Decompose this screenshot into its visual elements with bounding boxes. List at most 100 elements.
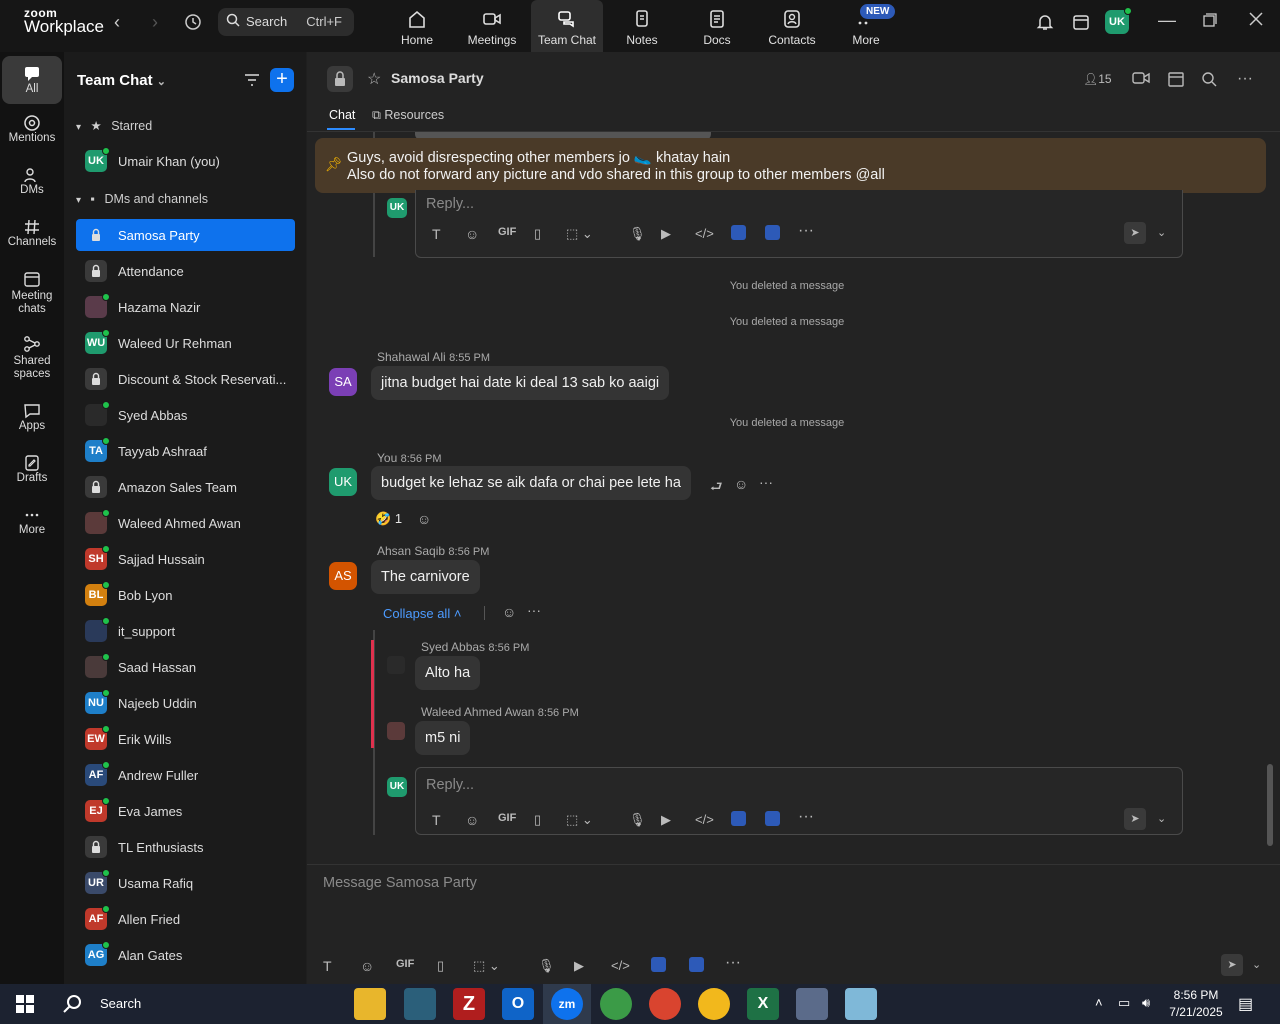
forward-arrow-icon[interactable]: › [152,12,158,33]
filter-icon[interactable] [243,72,261,93]
chevron-down-icon[interactable]: ⌄ [1157,226,1166,239]
sidebar-item[interactable]: Waleed Ahmed Awan [76,507,295,539]
more-icon[interactable]: ··· [798,808,814,826]
search-icon[interactable] [62,994,82,1019]
rail-drafts[interactable]: Drafts [2,454,62,484]
bell-icon[interactable] [1035,12,1055,37]
app-icon[interactable] [731,811,746,826]
chevron-up-icon[interactable]: ˄ [1095,995,1103,1010]
app-icon[interactable] [689,957,704,972]
app-icon[interactable] [765,225,780,240]
app-icon[interactable] [845,988,877,1020]
search-box[interactable]: Search Ctrl+F [218,8,354,36]
sidebar-item[interactable]: Saad Hassan [76,651,295,683]
app-icon[interactable] [404,988,436,1020]
microphone-icon[interactable]: 🎙︎ [629,226,646,242]
dms-section[interactable]: ▾ ▪ DMs and channels [76,192,208,206]
screenshot-icon[interactable]: ⬚ ⌄ [566,226,593,242]
clock[interactable]: 8:56 PM 7/21/2025 [1168,987,1224,1021]
history-icon[interactable] [184,13,202,36]
notification-icon[interactable]: ▤ [1238,994,1253,1014]
calculator-icon[interactable] [796,988,828,1020]
more-icon[interactable]: ··· [798,222,814,240]
sidebar-item[interactable]: it_support [76,615,295,647]
rail-shared-spaces[interactable]: Shared spaces [2,335,62,381]
chevron-down-icon[interactable]: ⌄ [1157,812,1166,825]
chrome-icon[interactable] [600,988,632,1020]
back-arrow-icon[interactable]: ‹ [114,12,120,33]
sidebar-item[interactable]: AF Allen Fried [76,903,295,935]
sidebar-item[interactable]: TL Enthusiasts [76,831,295,863]
app-icon[interactable] [731,225,746,240]
avatar[interactable] [387,722,405,740]
message-bubble[interactable]: The carnivore [371,560,480,594]
zoom-icon[interactable]: zm [551,988,583,1020]
microphone-icon[interactable]: 🎙︎ [629,812,646,828]
sidebar-item[interactable]: EW Erik Wills [76,723,295,755]
sidebar-item[interactable]: Samosa Party [76,219,295,251]
calendar-icon[interactable] [1167,70,1185,93]
sidebar-item[interactable]: Attendance [76,255,295,287]
nav-contacts[interactable]: Contacts [756,0,828,52]
sidebar-item[interactable]: NU Najeeb Uddin [76,687,295,719]
minimize-icon[interactable]: — [1158,10,1176,31]
nav-notes[interactable]: Notes [606,0,678,52]
reaction-chip[interactable]: 🤣 1 [375,511,402,527]
emoji-icon[interactable]: ☺ [465,812,479,828]
file-icon[interactable]: ▯ [534,226,541,242]
sidebar-item[interactable]: Syed Abbas [76,399,295,431]
code-icon[interactable]: </> [695,226,714,241]
video-message-icon[interactable]: ▶ [661,226,671,242]
outlook-icon[interactable]: O [502,988,534,1020]
message-bubble[interactable]: Alto ha [415,656,481,690]
gif-icon[interactable]: GIF [498,226,516,238]
nav-team-chat[interactable]: Team Chat [531,0,603,52]
excel-icon[interactable]: X [747,988,779,1020]
send-icon[interactable]: ➤ [1124,808,1146,830]
sidebar-item[interactable]: UR Usama Rafiq [76,867,295,899]
avatar[interactable]: UK [329,468,357,496]
calendar-app-icon[interactable] [1071,12,1091,37]
avatar[interactable]: SA [329,368,357,396]
text-format-icon[interactable]: T [432,812,441,828]
nav-home[interactable]: Home [381,0,453,52]
sidebar-item[interactable]: Amazon Sales Team [76,471,295,503]
nav-meetings[interactable]: Meetings [456,0,528,52]
message-bubble[interactable]: m5 ni [415,721,471,755]
gif-icon[interactable]: GIF [498,812,516,824]
more-icon[interactable]: ··· [725,954,741,972]
avatar[interactable] [387,656,405,674]
member-count[interactable]: 👤︎15 [1083,72,1112,86]
filezilla-icon[interactable]: Z [453,988,485,1020]
rail-channels[interactable]: Channels [2,218,62,248]
tab-resources[interactable]: ⧉ Resources [372,108,444,123]
screenshot-icon[interactable]: ⬚ ⌄ [473,958,500,974]
network-icon[interactable]: ▭ [1118,995,1130,1011]
search-icon[interactable] [1201,71,1217,92]
sidebar-item[interactable]: BL Bob Lyon [76,579,295,611]
pinned-message[interactable]: 📌︎ Guys, avoid disrespecting other membe… [315,138,1266,193]
chrome-icon[interactable] [698,988,730,1020]
rail-more[interactable]: More [2,506,62,536]
video-message-icon[interactable]: ▶ [661,812,671,828]
collapse-all-link[interactable]: Collapse all ˄ [383,606,461,621]
reply-thread-icon[interactable]: ⮐ [710,476,723,500]
sidebar-item[interactable]: AF Andrew Fuller [76,759,295,791]
star-outline-icon[interactable]: ☆ [367,69,381,89]
starred-section[interactable]: ▾ ★ Starred [76,118,152,133]
sidebar-item-umair-khan[interactable]: UK Umair Khan (you) [76,145,295,177]
message-composer[interactable]: Message Samosa Party T ☺ GIF ▯ ⬚ ⌄ 🎙︎ ▶ … [307,864,1280,984]
add-reaction-icon[interactable]: ☺ [734,476,748,492]
file-icon[interactable]: ▯ [437,958,444,974]
volume-icon[interactable]: 🔊︎ [1142,995,1150,1011]
screenshot-icon[interactable]: ⬚ ⌄ [566,812,593,828]
add-reaction-icon[interactable]: ☺ [417,511,431,527]
taskbar-search-label[interactable]: Search [100,996,141,1011]
microphone-icon[interactable]: 🎙︎ [538,958,555,974]
file-icon[interactable]: ▯ [534,812,541,828]
more-options-icon[interactable]: ··· [1237,70,1253,88]
emoji-icon[interactable]: ☺ [465,226,479,242]
tab-chat[interactable]: Chat [329,108,355,122]
emoji-icon[interactable]: ☺ [360,958,374,974]
avatar[interactable]: AS [329,562,357,590]
